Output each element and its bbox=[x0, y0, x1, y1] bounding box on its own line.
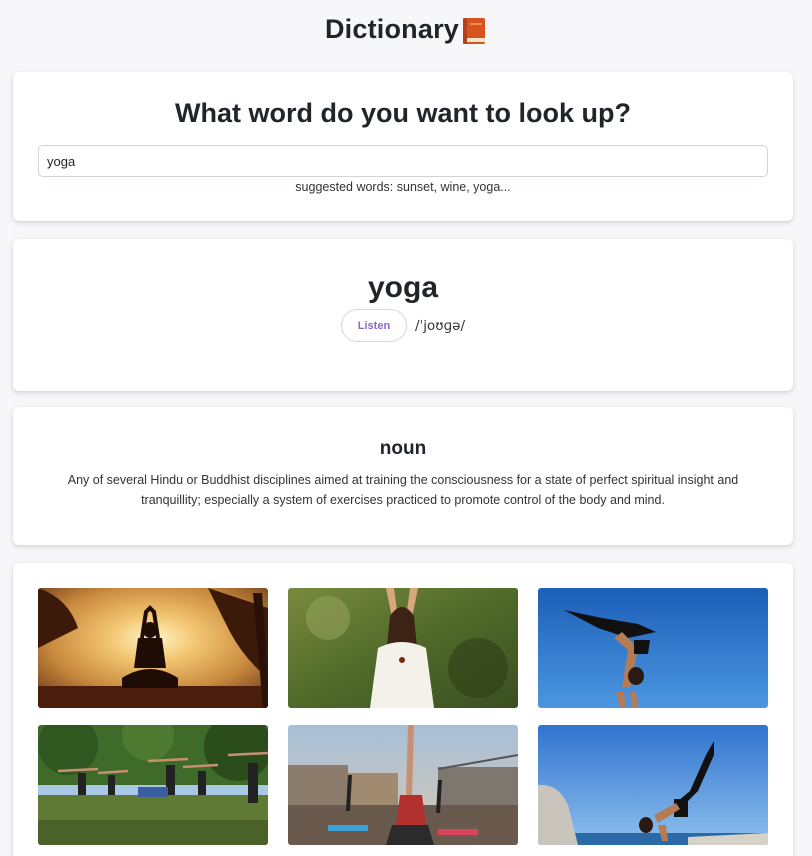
photos-card bbox=[13, 563, 793, 856]
search-card: What word do you want to look up? sugges… bbox=[13, 72, 793, 221]
photo-group-outdoor bbox=[38, 725, 268, 845]
definition-card: noun Any of several Hindu or Buddhist di… bbox=[13, 407, 793, 545]
part-of-speech: noun bbox=[379, 438, 427, 459]
app-title: Dictionary bbox=[0, 14, 812, 45]
word-card: yoga Listen /ˈjoʊɡə/ bbox=[13, 239, 793, 391]
photo-rooftop-shoulder-stand bbox=[288, 725, 518, 845]
listen-button[interactable]: Listen bbox=[340, 309, 407, 342]
app-title-text: Dictionary bbox=[324, 14, 460, 44]
photo-meditation-sunset bbox=[38, 588, 268, 708]
pronunciation-row: Listen /ˈjoʊɡə/ bbox=[13, 309, 793, 342]
photo-arm-balance-rocks bbox=[538, 725, 768, 845]
definition-text: Any of several Hindu or Buddhist discipl… bbox=[67, 473, 739, 507]
phonetic-text: /ˈjoʊɡə/ bbox=[414, 317, 466, 334]
search-heading: What word do you want to look up? bbox=[175, 98, 631, 128]
book-icon bbox=[463, 17, 486, 44]
word-title: yoga bbox=[367, 271, 439, 304]
photo-handstand-sky bbox=[538, 588, 768, 708]
photo-woman-raised-arms bbox=[288, 588, 518, 708]
suggested-words: suggested words: sunset, wine, yoga... bbox=[295, 180, 511, 194]
search-input[interactable] bbox=[38, 145, 768, 177]
